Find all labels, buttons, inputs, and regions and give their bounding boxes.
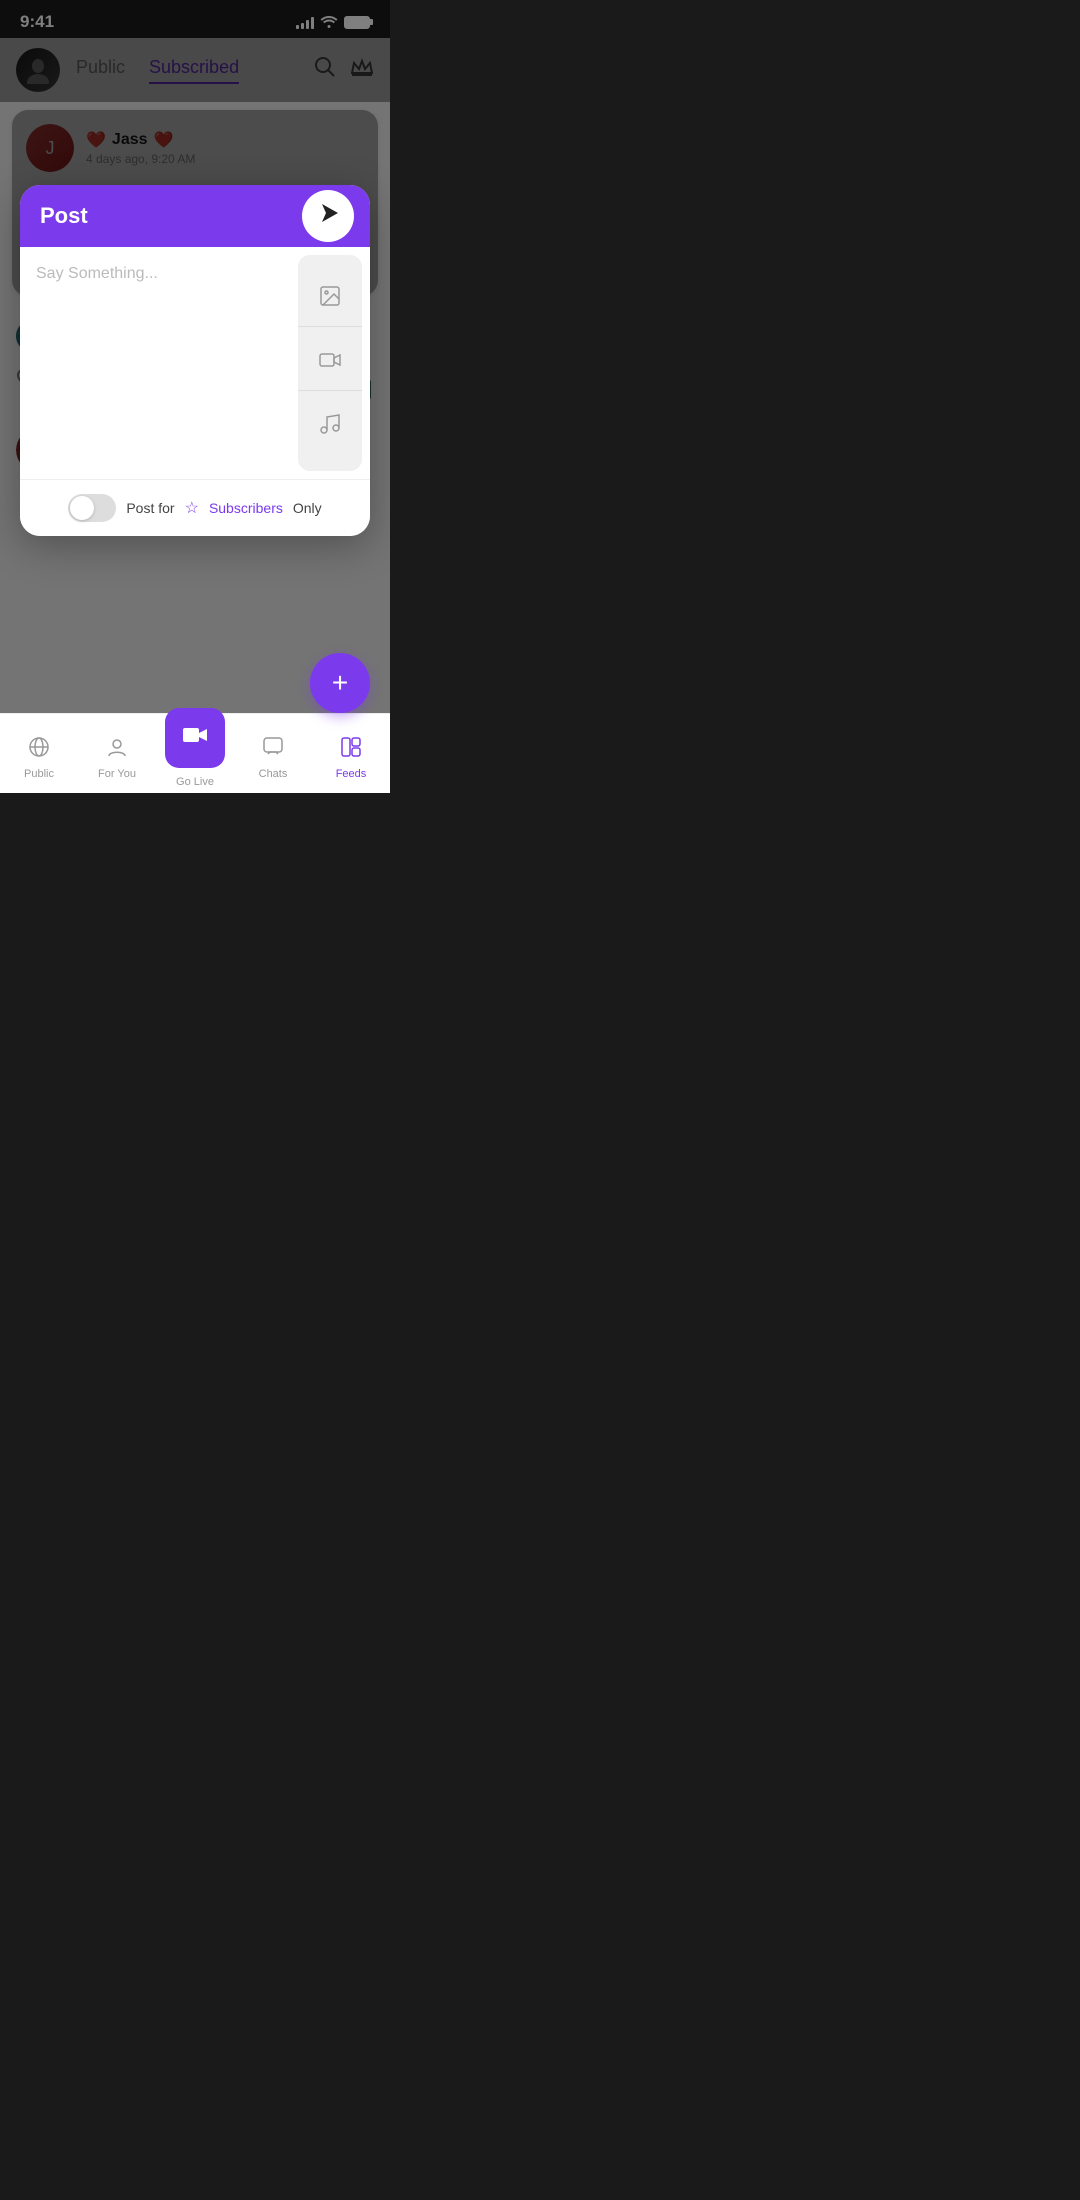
fab-create-button[interactable]: + bbox=[310, 653, 370, 713]
post-for-label: Post for bbox=[126, 500, 174, 516]
chats-nav-icon bbox=[262, 736, 284, 764]
public-nav-label: Public bbox=[24, 768, 54, 780]
for-you-nav-icon bbox=[106, 736, 128, 764]
modal-header: Post bbox=[20, 185, 370, 247]
music-icon bbox=[318, 412, 342, 442]
video-upload-button[interactable] bbox=[298, 335, 362, 391]
subscribers-toggle[interactable] bbox=[68, 494, 116, 522]
text-input-area bbox=[20, 247, 298, 479]
feeds-nav-label: Feeds bbox=[336, 768, 367, 780]
media-sidebar bbox=[298, 255, 362, 471]
post-modal: Post bbox=[20, 185, 370, 536]
chats-nav-label: Chats bbox=[259, 768, 288, 780]
bottom-navigation: Public For You Go Live bbox=[0, 713, 390, 793]
modal-title: Post bbox=[40, 203, 88, 229]
go-live-icon bbox=[182, 724, 208, 752]
nav-item-go-live[interactable]: Go Live bbox=[156, 720, 234, 788]
subscribers-toggle-row: Post for ☆ Subscribers Only bbox=[20, 479, 370, 536]
image-icon bbox=[318, 284, 342, 314]
send-button[interactable] bbox=[302, 190, 354, 242]
nav-item-feeds[interactable]: Feeds bbox=[312, 728, 390, 780]
video-icon bbox=[318, 348, 342, 378]
post-text-input[interactable] bbox=[36, 265, 282, 445]
star-icon: ☆ bbox=[185, 498, 199, 518]
nav-item-public[interactable]: Public bbox=[0, 728, 78, 780]
nav-item-for-you[interactable]: For You bbox=[78, 728, 156, 780]
send-arrow-icon bbox=[318, 202, 340, 230]
public-nav-icon bbox=[28, 736, 50, 764]
nav-item-chats[interactable]: Chats bbox=[234, 728, 312, 780]
go-live-nav-label: Go Live bbox=[176, 776, 214, 788]
only-label: Only bbox=[293, 500, 322, 516]
feeds-nav-icon bbox=[340, 736, 362, 764]
toggle-knob bbox=[70, 496, 94, 520]
modal-body bbox=[20, 247, 370, 479]
subscribers-label[interactable]: Subscribers bbox=[209, 500, 283, 516]
music-upload-button[interactable] bbox=[298, 399, 362, 455]
go-live-button[interactable] bbox=[165, 708, 225, 768]
plus-icon: + bbox=[332, 667, 348, 699]
for-you-nav-label: For You bbox=[98, 768, 136, 780]
image-upload-button[interactable] bbox=[298, 271, 362, 327]
